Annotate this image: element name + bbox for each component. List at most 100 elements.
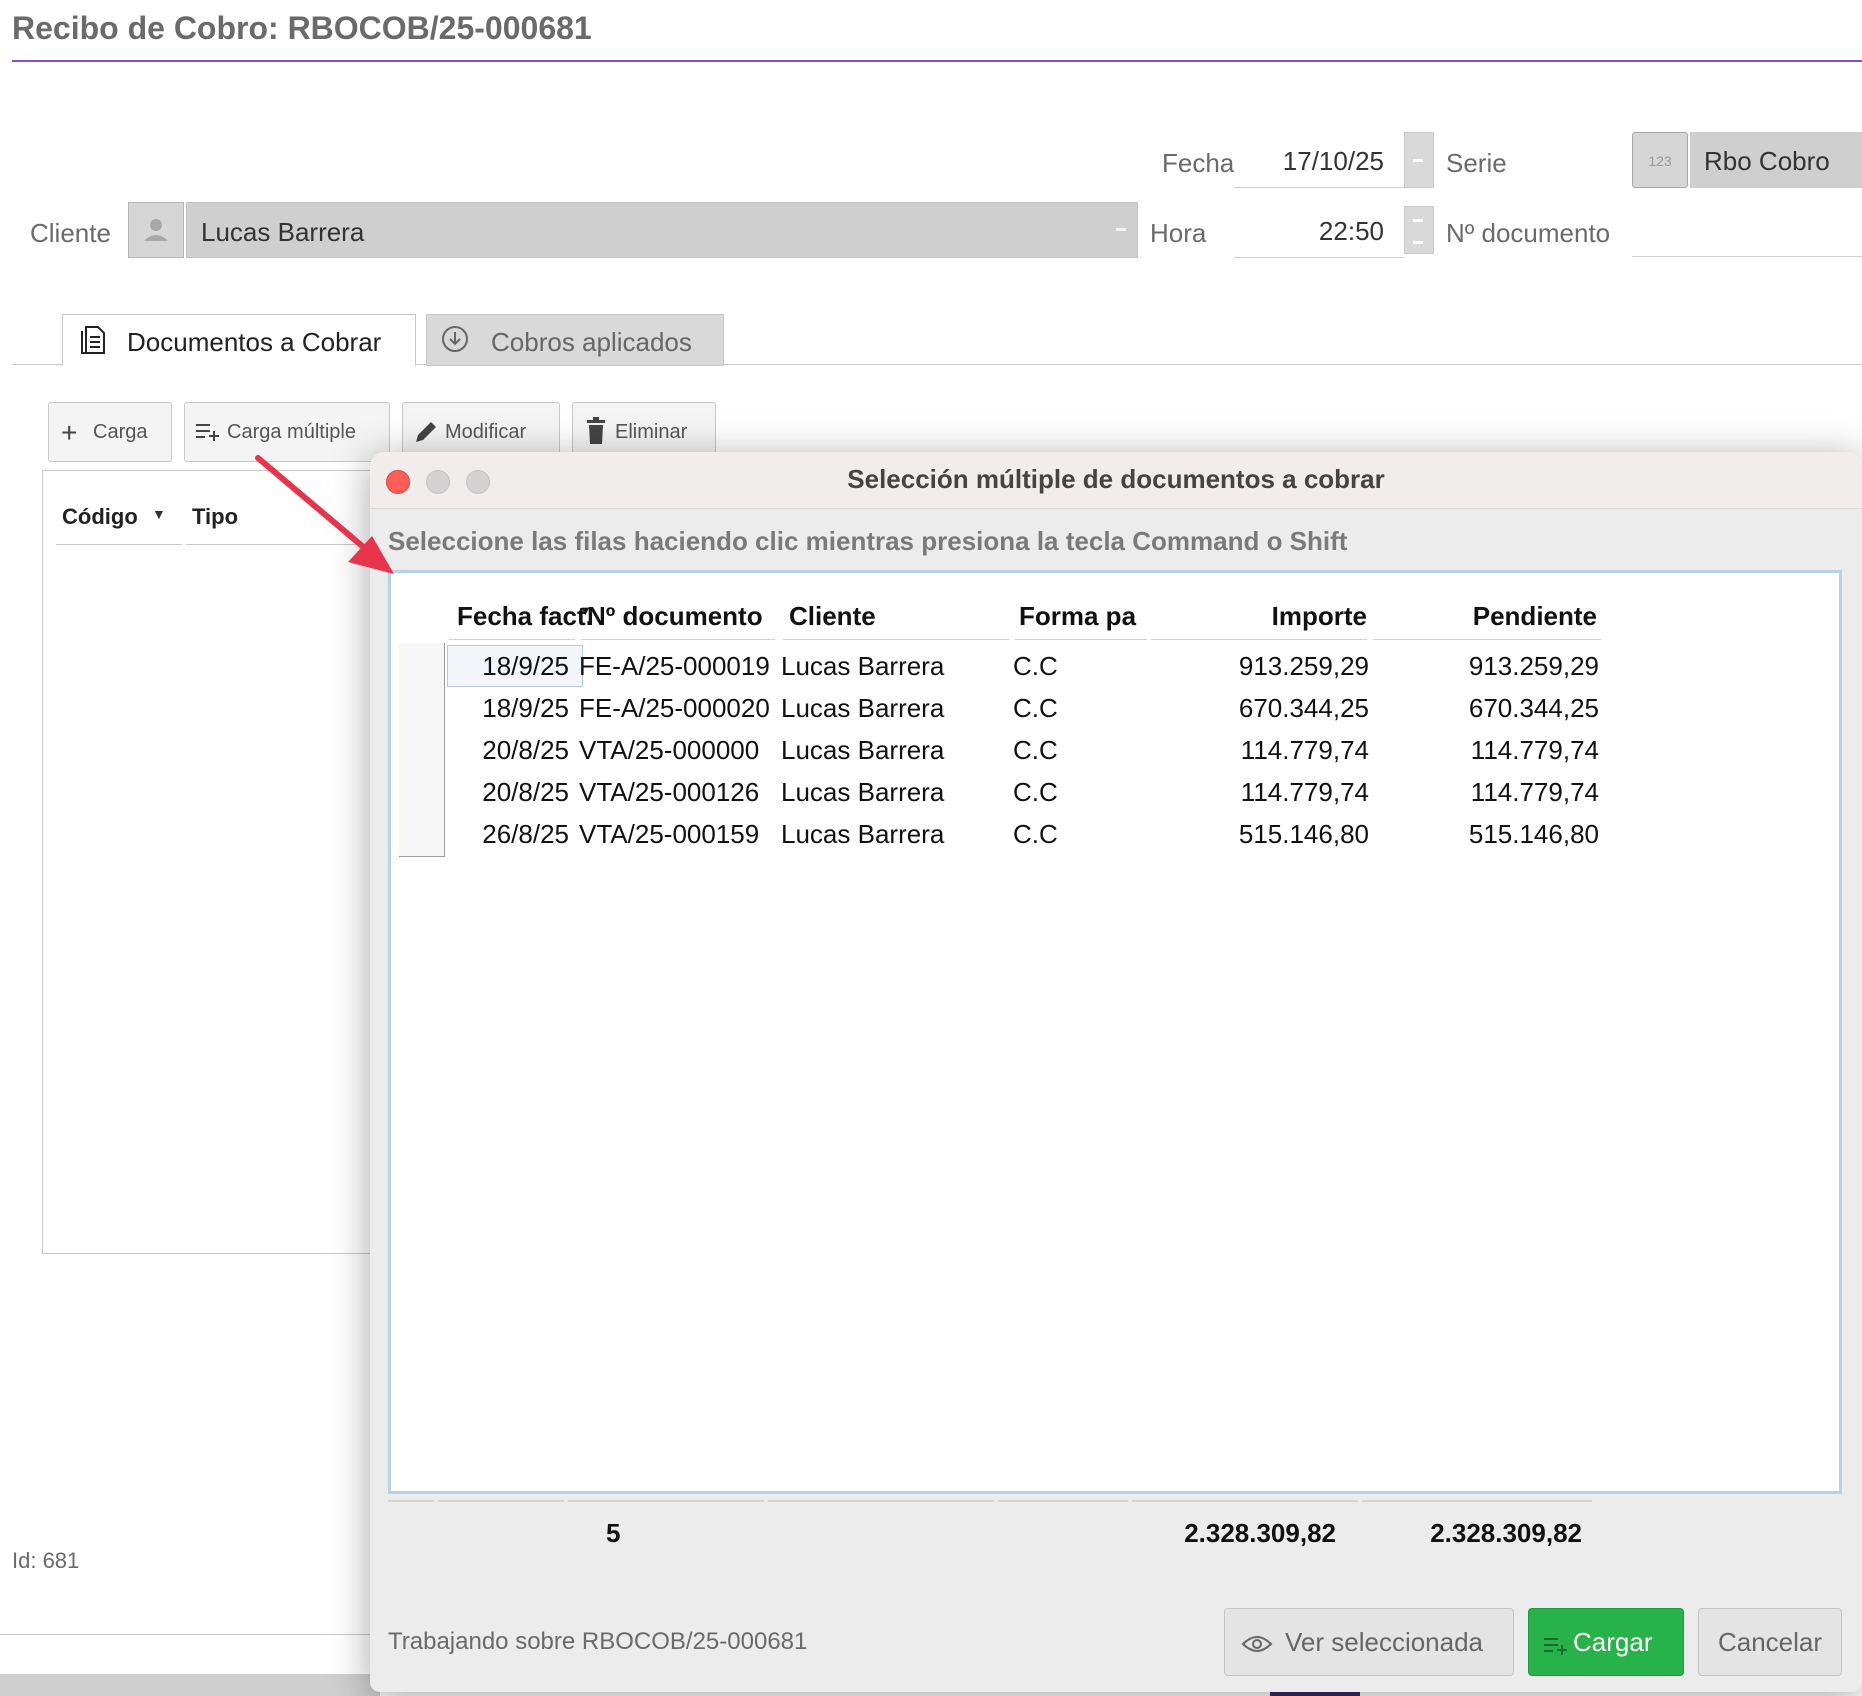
- serie-label: Serie: [1446, 148, 1507, 178]
- cell-importe: 515.146,80: [1238, 819, 1369, 849]
- download-circle-icon: [439, 323, 471, 362]
- row-selector[interactable]: [399, 643, 445, 689]
- cell-ndoc: FE-A/25-000019: [579, 651, 770, 681]
- total-importe: 2.328.309,82: [1184, 1518, 1336, 1548]
- cell-pendiente: 670.344,25: [1468, 693, 1599, 723]
- column-header-ndoc[interactable]: Nº documento: [587, 601, 763, 632]
- tab-cobros-aplicados[interactable]: Cobros aplicados: [426, 314, 724, 366]
- serie-field[interactable]: Rbo Cobro: [1690, 132, 1862, 188]
- plus-icon: +: [61, 417, 78, 448]
- cliente-label: Cliente: [30, 218, 111, 248]
- page-title: Recibo de Cobro: RBOCOB/25-000681: [12, 10, 592, 46]
- column-header-cliente[interactable]: Cliente: [789, 601, 876, 632]
- totals-divider: [438, 1500, 564, 1502]
- cell-cliente: Lucas Barrera: [781, 651, 945, 681]
- cell-cliente: Lucas Barrera: [781, 693, 945, 723]
- header-divider: [1015, 639, 1147, 640]
- client-avatar-icon[interactable]: [128, 202, 184, 258]
- seleccion-multiple-dialog: Selección múltiple de documentos a cobra…: [370, 452, 1862, 1692]
- ver-seleccionada-button[interactable]: Ver seleccionada: [1224, 1608, 1514, 1676]
- carga-multiple-label: Carga múltiple: [227, 421, 356, 443]
- dialog-status: Trabajando sobre RBOCOB/25-000681: [388, 1628, 808, 1655]
- cell-forma-pago: C.C: [1013, 819, 1058, 849]
- header-divider: [1151, 639, 1367, 640]
- playlist-add-icon: [1543, 1633, 1569, 1664]
- cell-forma-pago: C.C: [1013, 735, 1058, 765]
- row-selector[interactable]: [399, 769, 445, 815]
- cliente-clear-icon[interactable]: [1116, 228, 1126, 231]
- footer-divider: [0, 1634, 380, 1635]
- ver-label: Ver seleccionada: [1285, 1627, 1484, 1657]
- carga-label: Carga: [93, 421, 148, 443]
- totals-divider: [568, 1500, 764, 1502]
- document-icon: [77, 323, 107, 364]
- totals-divider: [1362, 1500, 1592, 1502]
- eye-icon: [1241, 1631, 1273, 1662]
- carga-button[interactable]: + Carga: [48, 402, 172, 462]
- fecha-picker-button[interactable]: [1404, 132, 1434, 188]
- dialog-title: Selección múltiple de documentos a cobra…: [847, 464, 1385, 494]
- total-count: 5: [606, 1518, 621, 1548]
- row-selector[interactable]: [399, 811, 445, 857]
- eliminar-label: Eliminar: [615, 421, 688, 443]
- column-header-forma-pago[interactable]: Forma pago: [1019, 601, 1137, 632]
- dialog-instructions: Seleccione las filas haciendo clic mient…: [388, 526, 1348, 556]
- tab-documentos-a-cobrar[interactable]: Documentos a Cobrar: [62, 314, 416, 366]
- totals-divider: [388, 1500, 434, 1502]
- cell-ndoc: VTA/25-000000: [579, 735, 760, 765]
- row-selector[interactable]: [399, 685, 445, 731]
- cell-cliente: Lucas Barrera: [781, 777, 945, 807]
- ndoc-field[interactable]: [1632, 210, 1862, 250]
- documents-selection-table[interactable]: Fecha fact. ▼ Nº documento Cliente Forma…: [388, 570, 1842, 1494]
- modificar-label: Modificar: [445, 421, 527, 443]
- column-header-tipo[interactable]: Tipo: [192, 504, 238, 530]
- trash-icon: [585, 417, 607, 451]
- cell-importe: 114.779,74: [1240, 735, 1369, 765]
- header-divider: [1373, 639, 1601, 640]
- header-divider: [581, 639, 775, 640]
- hora-label: Hora: [1150, 218, 1207, 248]
- fecha-field[interactable]: 17/10/25: [1234, 132, 1404, 188]
- cell-pendiente: 515.146,80: [1468, 819, 1599, 849]
- fecha-label: Fecha: [1162, 148, 1235, 178]
- header-divider: [783, 639, 1009, 640]
- ndoc-underline: [1632, 256, 1862, 257]
- ndoc-label: Nº documento: [1446, 218, 1611, 248]
- cell-importe: 670.344,25: [1238, 693, 1369, 723]
- header-divider: [56, 544, 182, 545]
- cancelar-button[interactable]: Cancelar: [1698, 1608, 1842, 1676]
- hora-field[interactable]: 22:50: [1234, 202, 1404, 258]
- serie-numbers-icon[interactable]: 123: [1632, 132, 1688, 188]
- cell-importe: 114.779,74: [1240, 777, 1369, 807]
- cell-pendiente: 913.259,29: [1468, 651, 1599, 681]
- totals-divider: [1132, 1500, 1358, 1502]
- tab-label: Documentos a Cobrar: [127, 327, 382, 357]
- cell-forma-pago: C.C: [1013, 651, 1058, 681]
- cell-pendiente: 114.779,74: [1470, 777, 1599, 807]
- cell-forma-pago: C.C: [1013, 777, 1058, 807]
- cell-fecha: 26/8/25: [482, 819, 569, 849]
- cell-cliente: Lucas Barrera: [781, 819, 945, 849]
- cliente-field[interactable]: Lucas Barrera: [186, 202, 1138, 258]
- totals-divider: [768, 1500, 994, 1502]
- row-selector[interactable]: [399, 727, 445, 773]
- title-divider: [12, 60, 1862, 62]
- cell-fecha: 18/9/25: [482, 651, 569, 681]
- column-header-importe[interactable]: Importe: [1151, 601, 1367, 632]
- pencil-icon: [413, 419, 439, 451]
- column-header-codigo[interactable]: Código: [62, 504, 138, 530]
- footer-strip: [0, 1674, 380, 1696]
- cargar-button[interactable]: Cargar: [1528, 1608, 1684, 1676]
- annotation-arrow-icon: [255, 455, 394, 574]
- total-pendiente: 2.328.309,82: [1430, 1518, 1582, 1548]
- cell-pendiente: 114.779,74: [1470, 735, 1599, 765]
- totals-divider: [998, 1500, 1128, 1502]
- column-header-pendiente[interactable]: Pendiente: [1391, 601, 1597, 632]
- hora-stepper[interactable]: [1404, 206, 1434, 254]
- cell-fecha: 18/9/25: [482, 693, 569, 723]
- cell-ndoc: VTA/25-000159: [579, 819, 760, 849]
- cell-ndoc: FE-A/25-000020: [579, 693, 770, 723]
- column-header-fecha[interactable]: Fecha fact.: [457, 601, 593, 632]
- header-divider: [449, 639, 575, 640]
- record-id: Id: 681: [12, 1548, 80, 1573]
